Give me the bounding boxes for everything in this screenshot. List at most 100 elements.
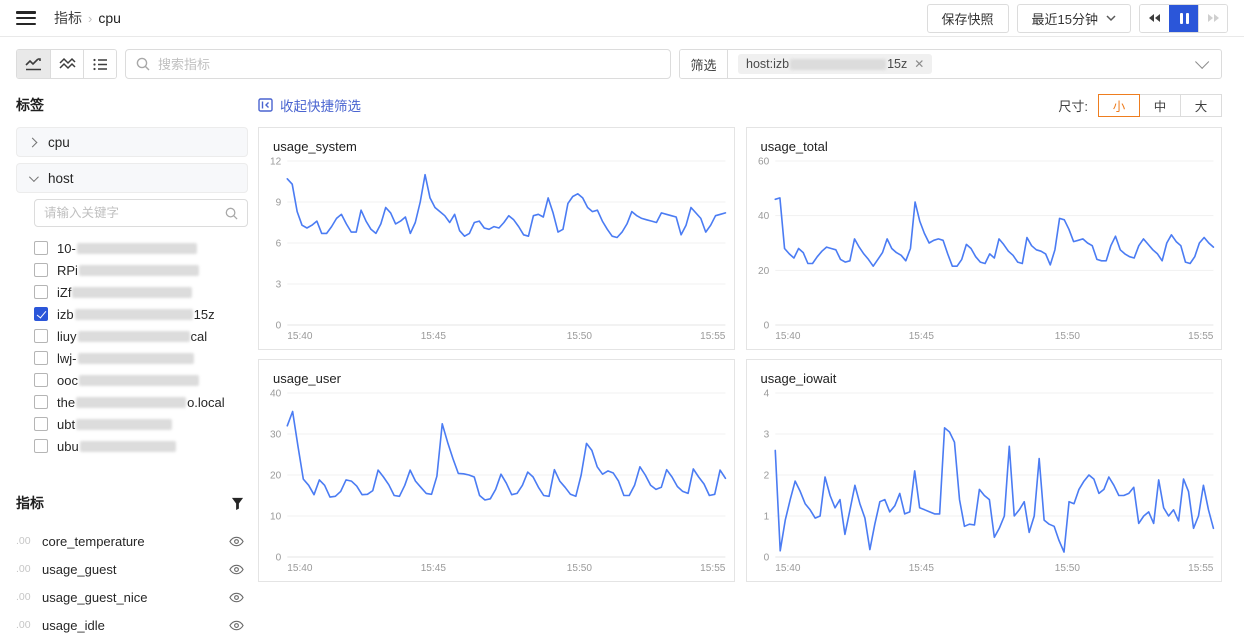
- host-list-item[interactable]: iZf: [34, 281, 248, 303]
- chart-plot-area[interactable]: 01020304015:4015:4515:5015:55: [259, 386, 734, 576]
- svg-text:40: 40: [270, 389, 282, 400]
- collapse-quick-filter-label: 收起快捷筛选: [280, 95, 361, 115]
- keyword-search-box: [34, 199, 248, 227]
- host-list-item[interactable]: ooc: [34, 369, 248, 391]
- svg-text:15:50: 15:50: [567, 331, 593, 342]
- host-list-item[interactable]: ubt: [34, 413, 248, 435]
- chart-title: usage_user: [259, 360, 734, 386]
- svg-text:40: 40: [757, 211, 769, 222]
- svg-text:15:50: 15:50: [1054, 563, 1080, 574]
- eye-icon[interactable]: [229, 536, 244, 547]
- svg-text:9: 9: [276, 198, 282, 209]
- chart-plot-area[interactable]: 0123415:4015:4515:5015:55: [747, 386, 1222, 576]
- eye-icon[interactable]: [229, 592, 244, 603]
- hamburger-menu-icon[interactable]: [16, 11, 36, 25]
- multi-line-icon: [59, 57, 76, 71]
- metric-list-item[interactable]: .00 usage_guest: [16, 555, 248, 583]
- svg-text:15:55: 15:55: [700, 331, 726, 342]
- single-line-chart-view-button[interactable]: [17, 50, 50, 78]
- filter-selected-area[interactable]: host:izb 15z ✕: [728, 50, 1221, 78]
- svg-text:0: 0: [276, 553, 282, 564]
- size-medium-button[interactable]: 中: [1139, 94, 1181, 117]
- metric-list: .00 core_temperature .00 usage_guest .00…: [16, 527, 248, 641]
- metric-search-input[interactable]: [158, 57, 660, 72]
- tag-group-cpu[interactable]: cpu: [16, 127, 248, 157]
- tag-group-label: cpu: [48, 135, 70, 150]
- eye-icon[interactable]: [229, 620, 244, 631]
- host-label: RPi: [57, 263, 200, 278]
- svg-text:0: 0: [763, 553, 769, 564]
- host-label: 10-: [57, 241, 198, 256]
- keyword-search-input[interactable]: [44, 206, 225, 220]
- metric-list-item[interactable]: .00 usage_guest_nice: [16, 583, 248, 611]
- trend-line-icon: [25, 57, 42, 71]
- top-bar: 指标 › cpu 保存快照 最近15分钟: [0, 0, 1244, 37]
- list-view-button[interactable]: [83, 50, 116, 78]
- chevron-right-icon: [28, 137, 38, 147]
- forward-button[interactable]: [1198, 5, 1227, 32]
- remove-tag-icon[interactable]: ✕: [914, 57, 924, 71]
- host-checkbox[interactable]: [34, 329, 48, 343]
- host-list-item[interactable]: theo.local: [34, 391, 248, 413]
- svg-text:15:55: 15:55: [700, 563, 726, 574]
- metric-list-item[interactable]: .00 usage_idle: [16, 611, 248, 639]
- svg-text:60: 60: [757, 157, 769, 168]
- metric-list-item[interactable]: .00 core_temperature: [16, 527, 248, 555]
- breadcrumb: 指标 › cpu: [54, 8, 121, 28]
- host-checkbox[interactable]: [34, 373, 48, 387]
- svg-text:4: 4: [763, 389, 769, 400]
- search-icon[interactable]: [225, 207, 238, 220]
- redacted-text: [790, 59, 886, 70]
- collapse-quick-filter-link[interactable]: 收起快捷筛选: [258, 95, 361, 115]
- chart-title: usage_total: [747, 128, 1222, 154]
- breadcrumb-section[interactable]: 指标: [54, 8, 82, 28]
- chart-plot-area[interactable]: 03691215:4015:4515:5015:55: [259, 154, 734, 344]
- pause-button[interactable]: [1169, 5, 1198, 32]
- multi-line-chart-view-button[interactable]: [50, 50, 83, 78]
- tag-group-host[interactable]: host: [16, 163, 248, 193]
- filter-funnel-icon[interactable]: [231, 497, 244, 510]
- metric-type-badge: .00: [16, 591, 42, 603]
- size-large-button[interactable]: 大: [1180, 94, 1222, 117]
- host-checkbox[interactable]: [34, 263, 48, 277]
- svg-text:10: 10: [270, 512, 282, 523]
- filter-button[interactable]: 筛选: [680, 50, 728, 78]
- host-checkbox[interactable]: [34, 417, 48, 431]
- chart-plot-area[interactable]: 020406015:4015:4515:5015:55: [747, 154, 1222, 344]
- eye-icon[interactable]: [229, 564, 244, 575]
- svg-text:0: 0: [276, 321, 282, 332]
- host-checkbox[interactable]: [34, 307, 48, 321]
- svg-text:15:40: 15:40: [287, 563, 313, 574]
- save-snapshot-button[interactable]: 保存快照: [927, 4, 1009, 33]
- host-list-item[interactable]: izb15z: [34, 303, 248, 325]
- metric-name: usage_guest_nice: [42, 590, 148, 605]
- host-checkbox[interactable]: [34, 439, 48, 453]
- rewind-button[interactable]: [1140, 5, 1169, 32]
- host-checkbox[interactable]: [34, 285, 48, 299]
- host-list-item[interactable]: lwj-: [34, 347, 248, 369]
- host-checkbox-list: 10- RPi iZf izb15z liuycal lwj-: [34, 237, 248, 457]
- chart-panel: usage_user 01020304015:4015:4515:5015:55: [258, 359, 735, 582]
- time-range-dropdown[interactable]: 最近15分钟: [1017, 4, 1131, 33]
- chevron-down-icon[interactable]: [1195, 55, 1209, 69]
- metric-name: usage_guest: [42, 562, 116, 577]
- svg-text:15:50: 15:50: [567, 563, 593, 574]
- quick-filter-combobox: 筛选 host:izb 15z ✕: [679, 49, 1222, 79]
- svg-text:15:40: 15:40: [775, 563, 801, 574]
- chart-title: usage_iowait: [747, 360, 1222, 386]
- size-small-button[interactable]: 小: [1098, 94, 1140, 117]
- host-list-item[interactable]: liuycal: [34, 325, 248, 347]
- host-list-item[interactable]: RPi: [34, 259, 248, 281]
- svg-text:15:45: 15:45: [908, 331, 934, 342]
- svg-text:20: 20: [270, 471, 282, 482]
- host-label: ubu: [57, 439, 177, 454]
- metric-type-badge: .00: [16, 563, 42, 575]
- host-list-item[interactable]: ubu: [34, 435, 248, 457]
- pause-icon: [1180, 13, 1189, 24]
- host-checkbox[interactable]: [34, 241, 48, 255]
- host-checkbox[interactable]: [34, 351, 48, 365]
- svg-text:2: 2: [763, 471, 769, 482]
- host-list-item[interactable]: 10-: [34, 237, 248, 259]
- charts-grid: usage_system 03691215:4015:4515:5015:55 …: [258, 127, 1222, 582]
- host-checkbox[interactable]: [34, 395, 48, 409]
